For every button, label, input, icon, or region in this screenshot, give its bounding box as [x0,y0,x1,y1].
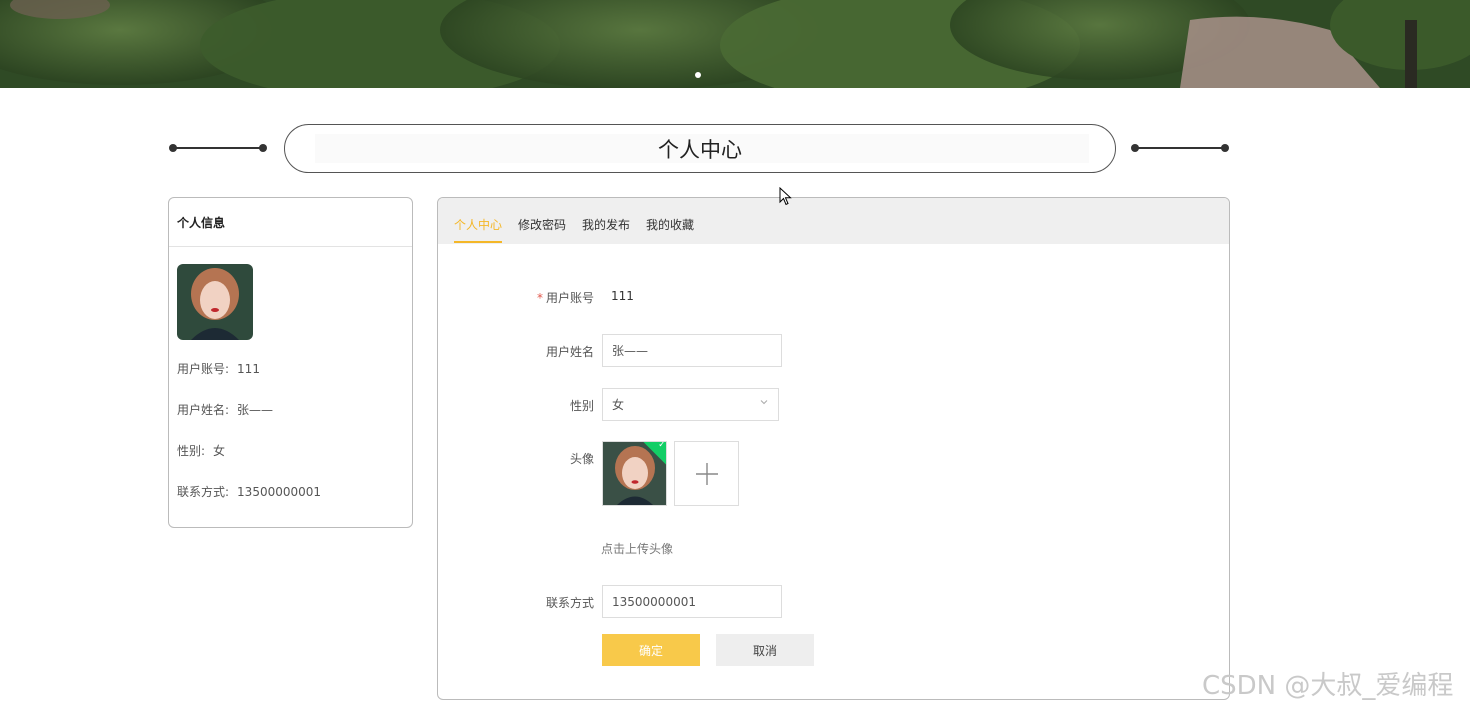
avatar-label: 头像 [569,452,594,466]
hero-banner [0,0,1470,88]
tab-my-posts[interactable]: 我的发布 [582,198,630,244]
watermark: CSDN @大叔_爱编程 [1202,671,1454,701]
gender-select-value: 女 [612,398,625,412]
profile-info-header: 个人信息 [169,198,412,247]
avatar [177,264,253,340]
gender-label: 性别 [569,399,594,413]
banner-image [0,0,1470,88]
title-right-line [1135,147,1225,149]
title-left-dot-end [259,144,267,152]
contact-label: 联系方式 [545,596,594,610]
account-label: * 用户账号 [536,291,594,305]
profile-info-card: 个人信息 用户账号: 111 用户姓名: 张—— 性别: 女 联系方式: 1350000… [168,197,413,528]
confirm-button[interactable]: 确定 [602,634,700,666]
profile-edit-card: 个人中心 修改密码 我的发布 我的收藏 * 用户账号 111 用户姓名 张—— 性… [437,197,1230,700]
page-title: 个人中心 [658,137,742,162]
title-left-line [173,147,263,149]
chevron-down-icon [760,400,768,405]
avatar-upload-hint[interactable]: 点击上传头像 [601,540,673,557]
avatar-upload-button[interactable] [674,441,739,506]
info-row-account: 用户账号: 111 [177,362,260,376]
profile-tabs: 个人中心 修改密码 我的发布 我的收藏 [438,198,1229,244]
name-input[interactable]: 张—— [602,334,782,367]
gender-select[interactable]: 女 [602,388,779,421]
info-row-name: 用户姓名: 张—— [177,403,274,417]
page-title-box: 个人中心 [284,124,1116,173]
name-label: 用户姓名 [545,345,594,359]
title-right-dot-end [1221,144,1229,152]
plus-icon [695,462,718,485]
mouse-cursor-icon [779,187,792,206]
carousel-indicator[interactable] [695,72,701,78]
info-row-gender: 性别: 女 [177,444,226,458]
contact-input[interactable]: 13500000001 [602,585,782,618]
uploaded-avatar-thumb[interactable]: ✓ [602,441,667,506]
account-value: 111 [611,289,634,303]
tab-my-favorites[interactable]: 我的收藏 [646,198,694,244]
cancel-button[interactable]: 取消 [716,634,814,666]
tab-change-password[interactable]: 修改密码 [518,198,566,244]
tab-profile-center[interactable]: 个人中心 [454,198,503,244]
info-row-contact: 联系方式: 13500000001 [177,485,322,499]
